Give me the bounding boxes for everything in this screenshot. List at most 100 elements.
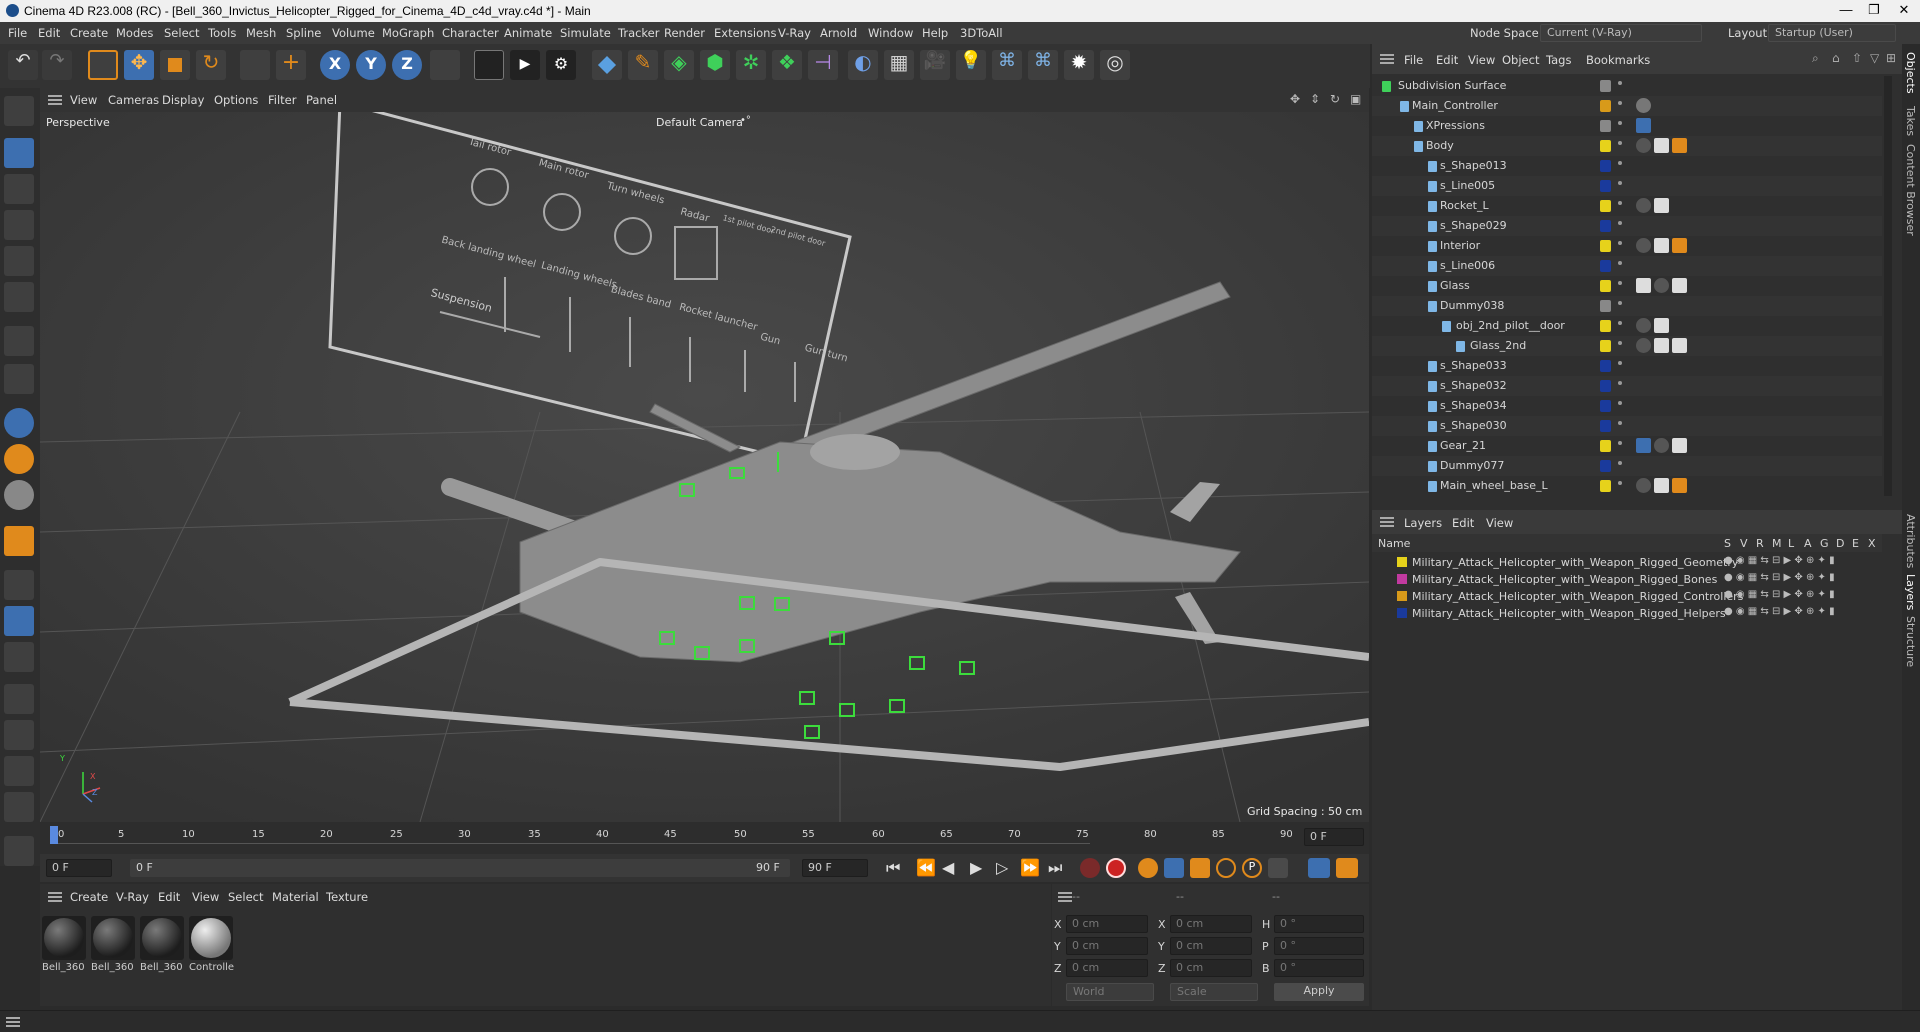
object-row[interactable]: Gear_21 xyxy=(1372,436,1882,456)
object-row[interactable]: Body xyxy=(1372,136,1882,156)
texture-tag-icon[interactable] xyxy=(1654,318,1669,333)
layer-color-swatch[interactable] xyxy=(1600,320,1611,332)
layer-row[interactable]: Military_Attack_Helicopter_with_Weapon_R… xyxy=(1372,605,1882,622)
object-row[interactable]: s_Shape032 xyxy=(1372,376,1882,396)
obj-menu-file[interactable]: File xyxy=(1404,53,1423,67)
quantize-icon[interactable] xyxy=(4,480,34,510)
texture-tag-icon[interactable] xyxy=(1672,438,1687,453)
layer-color-swatch[interactable] xyxy=(1600,200,1611,212)
material-tag-icon[interactable] xyxy=(1636,238,1651,253)
viewport-menu-panel[interactable]: Panel xyxy=(306,93,337,107)
layer-color-swatch[interactable] xyxy=(1600,420,1611,432)
subdivision-icon[interactable]: ◈ xyxy=(664,50,694,80)
visibility-dot[interactable] xyxy=(1618,81,1622,85)
3d-viewport[interactable]: Perspective Default Camera •° Grid Spaci… xyxy=(40,112,1369,822)
visibility-dot[interactable] xyxy=(1618,321,1622,325)
pos-y-field[interactable]: 0 cm xyxy=(1066,937,1148,955)
vertex-map-tag-icon[interactable] xyxy=(1636,438,1651,453)
timeline-window-icon[interactable] xyxy=(1336,858,1358,878)
menu-help[interactable]: Help xyxy=(922,26,948,40)
auto-keying-icon[interactable] xyxy=(1106,858,1126,878)
layers-menu-edit[interactable]: Edit xyxy=(1452,516,1474,530)
size-z-field[interactable]: 0 cm xyxy=(1170,959,1252,977)
viewport-nav-rotate-icon[interactable]: ↻ xyxy=(1330,92,1340,106)
record-icon[interactable] xyxy=(1080,858,1100,878)
weight-icon[interactable] xyxy=(4,756,34,786)
layer-color-swatch[interactable] xyxy=(1600,80,1611,92)
object-row[interactable]: Rocket_L xyxy=(1372,196,1882,216)
menu-simulate[interactable]: Simulate xyxy=(560,26,611,40)
new-window-icon[interactable]: ⊞ xyxy=(1886,51,1896,65)
obj-menu-object[interactable]: Object xyxy=(1502,53,1539,67)
texture-tag-icon[interactable] xyxy=(1654,238,1669,253)
y-axis-icon[interactable]: Y xyxy=(356,50,386,80)
tab-objects[interactable]: Objects xyxy=(1904,52,1917,94)
menu-character[interactable]: Character xyxy=(442,26,499,40)
maximize-button[interactable]: ❐ xyxy=(1860,2,1888,18)
material-tag-icon[interactable] xyxy=(1636,138,1651,153)
material-tag-icon[interactable] xyxy=(1636,318,1651,333)
layer-row[interactable]: Military_Attack_Helicopter_with_Weapon_R… xyxy=(1372,554,1882,571)
mat-menu-edit[interactable]: Edit xyxy=(158,890,180,904)
layer-color-swatch[interactable] xyxy=(1600,380,1611,392)
obj-menu-view[interactable]: View xyxy=(1468,53,1495,67)
visibility-dot[interactable] xyxy=(1618,261,1622,265)
go-to-end-icon[interactable]: ⏭ xyxy=(1048,858,1062,878)
search-icon[interactable]: ⌕ xyxy=(1812,51,1819,66)
material-tag-icon[interactable] xyxy=(1654,278,1669,293)
extrude-icon[interactable]: ⬢ xyxy=(700,50,730,80)
layer-color-swatch[interactable] xyxy=(1397,557,1407,567)
display-tag-icon[interactable] xyxy=(1636,278,1651,293)
key-scale-icon[interactable] xyxy=(1190,858,1210,878)
menu-window[interactable]: Window xyxy=(868,26,913,40)
texture-tag-icon[interactable] xyxy=(1654,478,1669,493)
cloner-icon[interactable]: ✲ xyxy=(736,50,766,80)
viewport-nav-zoom-icon[interactable]: ⇕ xyxy=(1310,92,1320,106)
apply-button[interactable]: Apply xyxy=(1274,983,1364,1001)
visibility-dot[interactable] xyxy=(1618,481,1622,485)
pos-x-field[interactable]: 0 cm xyxy=(1066,915,1148,933)
menu-select[interactable]: Select xyxy=(164,26,199,40)
visibility-dot[interactable] xyxy=(1618,161,1622,165)
recent-tools-icon[interactable] xyxy=(240,50,270,80)
layer-color-swatch[interactable] xyxy=(1600,340,1611,352)
keyframe-selection-icon[interactable] xyxy=(1138,858,1158,878)
globe-icon[interactable]: ◎ xyxy=(1100,50,1130,80)
layer-color-swatch[interactable] xyxy=(1600,480,1611,492)
status-menu-icon[interactable] xyxy=(6,1017,20,1027)
key-position-icon[interactable] xyxy=(1164,858,1184,878)
current-frame-field[interactable]: 0 F xyxy=(1304,828,1364,846)
key-pla-icon[interactable] xyxy=(1268,858,1288,878)
visibility-dot[interactable] xyxy=(1618,441,1622,445)
model-mode-icon[interactable] xyxy=(4,138,34,168)
start-frame-field[interactable]: 0 F xyxy=(46,859,112,877)
object-row[interactable]: s_Shape013 xyxy=(1372,156,1882,176)
viewport-maximize-icon[interactable]: ▣ xyxy=(1350,92,1361,106)
snap-icon[interactable] xyxy=(4,408,34,438)
object-row[interactable]: Interior xyxy=(1372,236,1882,256)
material-tag-icon[interactable] xyxy=(1636,478,1651,493)
play-icon[interactable]: ▶ xyxy=(970,858,982,877)
layer-color-swatch[interactable] xyxy=(1600,460,1611,472)
visibility-dot[interactable] xyxy=(1618,241,1622,245)
visibility-dot[interactable] xyxy=(1618,341,1622,345)
material-menu-icon[interactable] xyxy=(48,892,62,902)
texture-tag-icon[interactable] xyxy=(1672,238,1687,253)
layer-color-swatch[interactable] xyxy=(1600,100,1611,112)
next-key-icon[interactable]: ⏩ xyxy=(1020,858,1040,877)
object-row[interactable]: Glass xyxy=(1372,276,1882,296)
snap-settings-icon[interactable] xyxy=(4,444,34,474)
mat-menu-texture[interactable]: Texture xyxy=(326,890,368,904)
coord-mode-dropdown[interactable]: Scale xyxy=(1170,983,1258,1001)
layer-color-swatch[interactable] xyxy=(1600,120,1611,132)
paint-icon[interactable] xyxy=(4,720,34,750)
layer-flag-icons[interactable]: ● ◉ ▦ ⇆ ⊟ ▶ ✥ ⊕ ✦ ▮ xyxy=(1724,589,1835,600)
tab-structure[interactable]: Structure xyxy=(1904,616,1917,667)
camera-icon[interactable]: 🎥 xyxy=(920,50,950,80)
menu-create[interactable]: Create xyxy=(70,26,108,40)
object-row[interactable]: s_Line006 xyxy=(1372,256,1882,276)
python-2-icon[interactable]: ⌘ xyxy=(1028,50,1058,80)
coord-system-dropdown[interactable]: World xyxy=(1066,983,1154,1001)
object-row[interactable]: XPressions xyxy=(1372,116,1882,136)
scale-icon[interactable] xyxy=(160,50,190,80)
